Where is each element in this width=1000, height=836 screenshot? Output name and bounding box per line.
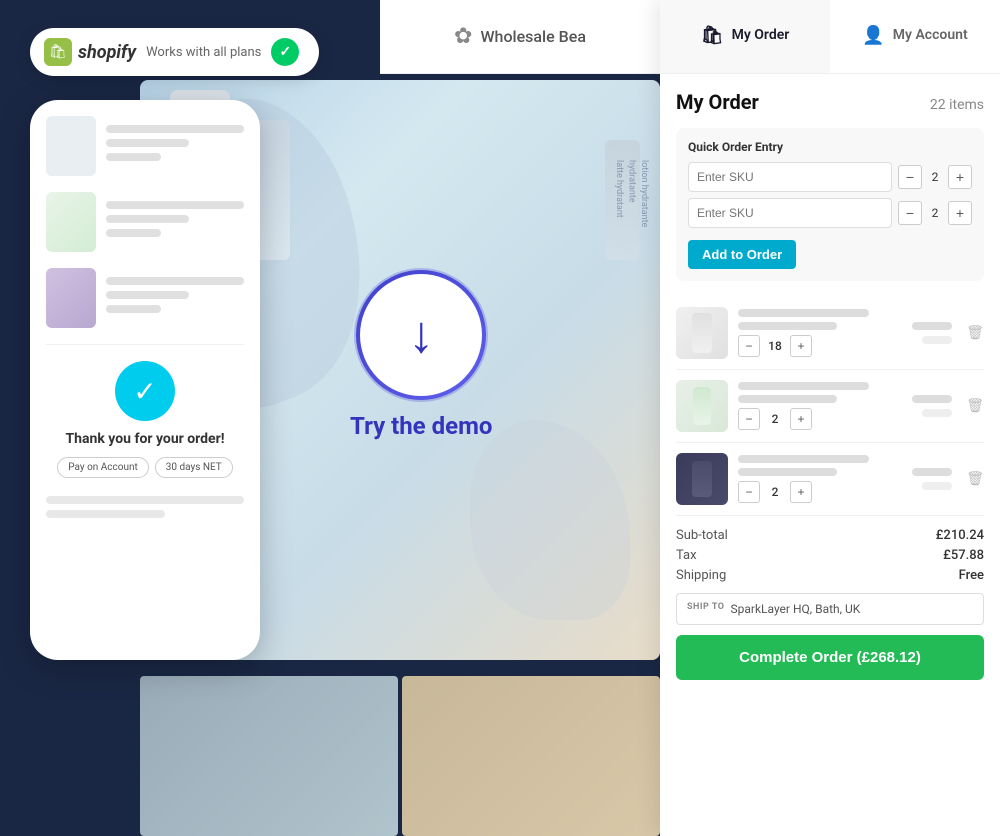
phone-product-img-2 [46,192,96,252]
qty-minus-1[interactable]: − [898,165,922,189]
right-panel: 🛍 My Order 👤 My Account My Order 22 item… [660,0,1000,836]
quick-order-title: Quick Order Entry [688,140,972,154]
wholesale-header: ✿ Wholesale Bea [380,0,660,74]
step-val-1: 18 [763,339,787,353]
sku-input-1[interactable] [688,162,892,192]
shopify-badge: 🛍 shopify Works with all plans ✓ [30,28,319,76]
ship-to-box: SHIP TO SparkLayer HQ, Bath, UK [676,593,984,625]
ship-to-address: SparkLayer HQ, Bath, UK [731,602,861,616]
shipping-value: Free [959,568,984,583]
product-item-3: − 2 + 🗑 [676,443,984,516]
step-plus-3[interactable]: + [790,481,812,503]
product-right-3 [912,468,952,490]
tab-my-order[interactable]: 🛍 My Order [660,0,830,73]
product-info-3: − 2 + [738,455,902,503]
shopify-check-icon: ✓ [271,38,299,66]
step-val-2: 2 [763,412,787,426]
tab-account-label: My Account [893,27,968,43]
order-title: My Order [676,90,759,114]
ship-to-label: SHIP TO [687,602,725,616]
thankyou-checkmark: ✓ [115,361,175,421]
demo-circle[interactable]: ↓ [356,270,486,400]
phone-product-row-3 [46,268,244,328]
panel-tabs: 🛍 My Order 👤 My Account [660,0,1000,74]
shopify-logo: 🛍 shopify [44,38,136,66]
shopify-plans-text: Works with all plans [146,45,261,60]
qty-control-2: − 2 + [898,201,972,225]
tab-my-account[interactable]: 👤 My Account [830,0,1000,73]
order-header: My Order 22 items [676,90,984,114]
step-plus-1[interactable]: + [790,335,812,357]
qty-control-1: − 2 + [898,165,972,189]
subtotal-value: £210.24 [936,528,984,543]
phone-mockup: ✓ Thank you for your order! Pay on Accou… [30,100,260,660]
phone-product-img-3 [46,268,96,328]
tax-row: Tax £57.88 [676,548,984,563]
product-right-2 [912,395,952,417]
stepper-3: − 2 + [738,481,902,503]
qty-plus-1[interactable]: + [948,165,972,189]
bottom-img-2 [402,676,660,836]
delete-btn-2[interactable]: 🗑 [966,398,984,414]
bottom-img-1 [140,676,398,836]
subtotal-label: Sub-total [676,528,728,543]
account-person-icon: 👤 [862,25,884,46]
shipping-row: Shipping Free [676,568,984,583]
quick-order-box: Quick Order Entry − 2 + − 2 + Add to Ord… [676,128,984,281]
order-bag-icon: 🛍 [701,25,724,46]
qty-minus-2[interactable]: − [898,201,922,225]
product-item-1: − 18 + 🗑 [676,297,984,370]
product-info-1: − 18 + [738,309,902,357]
panel-content: My Order 22 items Quick Order Entry − 2 … [660,74,1000,836]
product-info-2: − 2 + [738,382,902,430]
shopify-bag-icon: 🛍 [44,38,72,66]
phone-product-img-1 [46,116,96,176]
product-right-1 [912,322,952,344]
sku-row-1: − 2 + [688,162,972,192]
bottom-product-images [140,676,660,836]
add-to-order-button[interactable]: Add to Order [688,240,796,269]
product-thumb-1 [676,307,728,359]
tab-order-label: My Order [732,27,790,43]
delete-btn-3[interactable]: 🗑 [966,471,984,487]
stepper-1: − 18 + [738,335,902,357]
wholesale-flower-icon: ✿ [454,24,472,49]
shopify-wordmark: shopify [78,42,136,63]
order-count: 22 items [930,97,984,113]
phone-thankyou-section: ✓ Thank you for your order! Pay on Accou… [46,344,244,524]
phone-product-row-1 [46,116,244,176]
demo-arrow-icon: ↓ [408,309,434,361]
wholesale-name: Wholesale Bea [480,27,585,46]
sku-input-2[interactable] [688,198,892,228]
pay-on-account-badge: Pay on Account [57,457,149,478]
step-plus-2[interactable]: + [790,408,812,430]
complete-order-button[interactable]: Complete Order (£268.12) [676,635,984,680]
thankyou-badges: Pay on Account 30 days NET [57,457,233,478]
product-item-2: − 2 + 🗑 [676,370,984,443]
subtotal-row: Sub-total £210.24 [676,528,984,543]
delete-btn-1[interactable]: 🗑 [966,325,984,341]
net-days-badge: 30 days NET [155,457,233,478]
order-summary: Sub-total £210.24 Tax £57.88 Shipping Fr… [676,516,984,688]
thankyou-title: Thank you for your order! [65,431,224,447]
product-thumb-2 [676,380,728,432]
qty-value-2: 2 [924,206,946,220]
step-minus-2[interactable]: − [738,408,760,430]
demo-text[interactable]: Try the demo [350,412,492,440]
qty-value-1: 2 [924,170,946,184]
product-thumb-3 [676,453,728,505]
phone-product-row-2 [46,192,244,252]
sku-row-2: − 2 + [688,198,972,228]
step-minus-1[interactable]: − [738,335,760,357]
shipping-label: Shipping [676,568,726,583]
tax-label: Tax [676,548,697,563]
stepper-2: − 2 + [738,408,902,430]
qty-plus-2[interactable]: + [948,201,972,225]
tax-value: £57.88 [943,548,984,563]
demo-overlay[interactable]: ↓ Try the demo [350,270,492,440]
step-minus-3[interactable]: − [738,481,760,503]
step-val-3: 2 [763,485,787,499]
